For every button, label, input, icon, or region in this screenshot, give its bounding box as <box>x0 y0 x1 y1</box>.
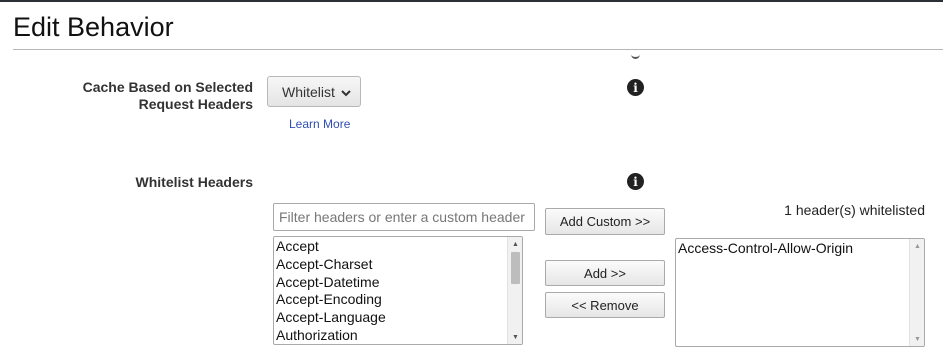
list-item[interactable]: Authorization <box>276 327 522 344</box>
available-headers-list[interactable]: Accept Accept-Charset Accept-Datetime Ac… <box>273 236 523 345</box>
cache-headers-label: Cache Based on Selected Request Headers <box>82 79 253 112</box>
list-item[interactable]: Accept-Language <box>276 309 522 327</box>
learn-more-link[interactable]: Learn More <box>289 117 350 131</box>
cache-headers-dropdown[interactable]: Whitelist <box>267 76 361 107</box>
list-item[interactable]: Accept <box>276 238 522 256</box>
add-custom-button[interactable]: Add Custom >> <box>545 208 665 235</box>
list-item[interactable]: Accept-Charset <box>276 256 522 274</box>
list-item[interactable]: Accept-Datetime <box>276 274 522 292</box>
whitelist-count: 1 header(s) whitelisted <box>784 202 925 218</box>
scroll-down-arrow-icon[interactable]: ▼ <box>910 333 924 345</box>
scroll-up-arrow-icon[interactable]: ▲ <box>910 240 924 252</box>
list-item[interactable]: Accept-Encoding <box>276 291 522 309</box>
info-icon[interactable]: i <box>627 173 644 190</box>
info-icon[interactable]: i <box>627 79 644 96</box>
scroll-up-arrow-icon[interactable]: ▲ <box>508 238 522 250</box>
scroll-down-arrow-icon[interactable]: ▼ <box>508 331 522 343</box>
truncated-element <box>631 53 640 59</box>
whitelisted-headers-list[interactable]: Access-Control-Allow-Origin ▲ ▼ <box>675 238 925 347</box>
remove-button[interactable]: << Remove <box>545 292 665 318</box>
list-item[interactable]: Access-Control-Allow-Origin <box>678 240 924 258</box>
cache-headers-selected-value: Whitelist <box>282 83 335 100</box>
chevron-down-icon <box>341 84 351 100</box>
scrollbar[interactable]: ▲ ▼ <box>507 237 522 344</box>
title-divider <box>13 49 943 50</box>
header-filter-input[interactable] <box>273 203 535 231</box>
scroll-thumb[interactable] <box>511 252 520 284</box>
scrollbar[interactable]: ▲ ▼ <box>909 239 924 346</box>
page-title: Edit Behavior <box>13 12 174 42</box>
whitelist-headers-label: Whitelist Headers <box>135 174 253 190</box>
add-button[interactable]: Add >> <box>545 260 665 286</box>
